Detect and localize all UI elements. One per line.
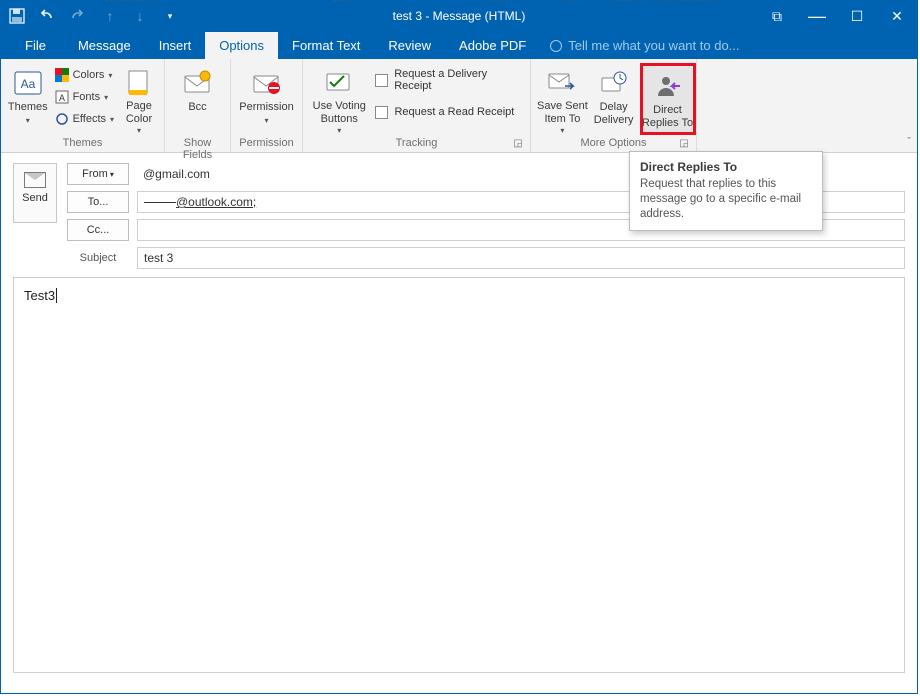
tab-format-text[interactable]: Format Text [278,32,374,59]
group-label-more-options: More Options ◲ [537,135,690,152]
tooltip-body: Request that replies to this message go … [640,177,812,222]
redo-icon[interactable] [69,8,91,24]
bcc-button[interactable]: Bcc [173,63,223,135]
ribbon: Aa Themes▾ Colors▾ A Fonts▾ Effe [1,59,917,153]
themes-button[interactable]: Aa Themes▾ [7,63,49,135]
titlebar: ↑ ↓ ▾ test 3 - Message (HTML) ⧉ — ☐ ✕ [1,1,917,31]
message-body[interactable]: Test3 [13,277,905,673]
from-button[interactable]: From▾ [67,163,129,185]
delay-delivery-icon [598,67,630,99]
window-controls: ⧉ — ☐ ✕ [757,1,917,31]
ribbon-tabs: File Message Insert Options Format Text … [1,31,917,59]
group-tracking: Use Voting Buttons ▾ Request a Delivery … [303,59,531,152]
use-voting-button[interactable]: Use Voting Buttons ▾ [309,63,369,135]
request-read-receipt[interactable]: Request a Read Receipt [375,101,524,123]
tab-message[interactable]: Message [64,32,145,59]
group-permission: Permission▾ Permission [231,59,303,152]
send-button[interactable]: Send [13,163,57,223]
request-delivery-receipt[interactable]: Request a Delivery Receipt [375,69,524,91]
message-window: QuickSteps Move Tags Find Add-ins Send/R… [0,0,918,694]
group-show-fields: Bcc Show Fields [165,59,231,152]
save-icon[interactable] [9,8,31,24]
save-sent-item-to-button[interactable]: Save Sent Item To ▾ [537,63,588,135]
page-color-button[interactable]: Page Color ▾ [120,63,158,135]
svg-text:A: A [59,93,65,103]
minimize-icon[interactable]: — [797,11,837,21]
quick-access-toolbar: ↑ ↓ ▾ [1,1,189,31]
down-arrow-icon: ↓ [129,8,151,24]
dialog-launcher-icon[interactable]: ◲ [678,138,690,150]
checkbox-icon [375,106,388,119]
group-more-options: Save Sent Item To ▾ Delay Delivery Direc… [531,59,697,152]
svg-text:Aa: Aa [20,77,35,91]
up-arrow-icon: ↑ [99,8,121,24]
tell-me-placeholder: Tell me what you want to do... [568,38,739,53]
delay-delivery-button[interactable]: Delay Delivery [594,63,634,135]
lightbulb-icon [550,40,562,52]
effects-icon [55,112,69,126]
subject-input[interactable]: test 3 [137,247,905,269]
group-label-permission: Permission [237,135,296,152]
tab-review[interactable]: Review [374,32,445,59]
direct-replies-to-button[interactable]: Direct Replies To [640,63,696,135]
themes-icon: Aa [12,67,44,99]
group-label-themes: Themes [7,135,158,152]
checkbox-icon [375,74,388,87]
envelope-icon [24,172,46,188]
cc-button[interactable]: Cc... [67,219,129,241]
tab-insert[interactable]: Insert [145,32,206,59]
permission-button[interactable]: Permission▾ [237,63,296,135]
effects-button[interactable]: Effects▾ [55,109,114,129]
to-button[interactable]: To... [67,191,129,213]
close-icon[interactable]: ✕ [877,8,917,25]
tab-adobe-pdf[interactable]: Adobe PDF [445,32,540,59]
page-color-icon [123,67,155,98]
bcc-icon [182,67,214,99]
fonts-icon: A [55,90,69,104]
subject-label: Subject [67,252,129,264]
qat-customize-icon[interactable]: ▾ [159,11,181,22]
tab-file[interactable]: File [7,32,64,59]
collapse-ribbon-icon[interactable]: ˇ [907,136,911,148]
permission-icon [251,67,283,99]
tooltip-title: Direct Replies To [640,160,812,174]
voting-icon [323,67,355,98]
save-sent-icon [546,67,578,98]
undo-icon[interactable] [39,8,61,24]
tell-me-search[interactable]: Tell me what you want to do... [540,32,749,59]
colors-icon [55,68,69,82]
direct-replies-icon [652,70,684,102]
tab-options[interactable]: Options [205,32,278,59]
group-label-tracking: Tracking ◲ [309,135,524,152]
dialog-launcher-icon[interactable]: ◲ [512,138,524,150]
maximize-icon[interactable]: ☐ [837,8,877,25]
group-themes: Aa Themes▾ Colors▾ A Fonts▾ Effe [1,59,165,152]
colors-button[interactable]: Colors▾ [55,65,114,85]
text-caret [56,288,57,303]
tooltip-direct-replies: Direct Replies To Request that replies t… [629,151,823,231]
popout-icon[interactable]: ⧉ [757,8,797,25]
fonts-button[interactable]: A Fonts▾ [55,87,114,107]
